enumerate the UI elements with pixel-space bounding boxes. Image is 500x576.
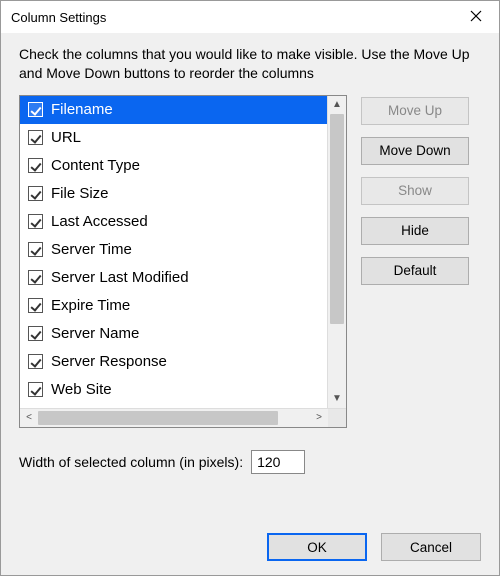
checkbox[interactable] (28, 382, 43, 397)
list-item-label: Server Name (51, 325, 139, 342)
list-item[interactable]: File Size (20, 180, 328, 208)
list-item-label: Filename (51, 101, 113, 118)
default-button[interactable]: Default (361, 257, 469, 285)
columns-listbox[interactable]: Filename URL Content Type File Size Last Acc… (20, 96, 346, 408)
middle-row: Filename URL Content Type File Size Last Acc… (19, 95, 481, 428)
checkbox[interactable] (28, 354, 43, 369)
list-item[interactable]: Server Name (20, 320, 328, 348)
width-row: Width of selected column (in pixels): (19, 450, 481, 474)
dialog-window: Column Settings Check the columns that y… (0, 0, 500, 576)
instructions-text: Check the columns that you would like to… (19, 45, 481, 83)
cancel-button[interactable]: Cancel (381, 533, 481, 561)
checkbox[interactable] (28, 158, 43, 173)
list-item[interactable]: Last Accessed (20, 208, 328, 236)
checkbox[interactable] (28, 102, 43, 117)
checkbox[interactable] (28, 298, 43, 313)
close-icon (470, 10, 482, 25)
checkbox[interactable] (28, 214, 43, 229)
scrollbar-corner (328, 409, 346, 427)
titlebar: Column Settings (1, 1, 499, 33)
list-item[interactable]: Server Last Modified (20, 264, 328, 292)
window-title: Column Settings (11, 10, 106, 25)
list-item[interactable]: URL (20, 124, 328, 152)
list-item[interactable]: Expire Time (20, 292, 328, 320)
list-item-label: Server Last Modified (51, 269, 189, 286)
checkbox[interactable] (28, 270, 43, 285)
list-item-label: Last Accessed (51, 213, 148, 230)
list-item-label: Server Time (51, 241, 132, 258)
list-item-label: Content Type (51, 157, 140, 174)
horizontal-scroll-thumb[interactable] (38, 411, 278, 425)
width-input[interactable] (251, 450, 305, 474)
scroll-right-icon[interactable]: > (310, 409, 328, 427)
list-item[interactable]: Filename (20, 96, 328, 124)
list-item-label: Web Site (51, 381, 112, 398)
close-button[interactable] (453, 1, 499, 33)
side-buttons: Move Up Move Down Show Hide Default (361, 95, 469, 428)
list-item-label: Server Response (51, 353, 167, 370)
scroll-down-icon[interactable]: ▼ (328, 390, 346, 408)
move-up-button[interactable]: Move Up (361, 97, 469, 125)
show-button[interactable]: Show (361, 177, 469, 205)
list-item-label: URL (51, 129, 81, 146)
scroll-up-icon[interactable]: ▲ (328, 96, 346, 114)
list-item[interactable]: Content Type (20, 152, 328, 180)
checkbox[interactable] (28, 242, 43, 257)
scroll-left-icon[interactable]: < (20, 409, 38, 427)
columns-list[interactable]: Filename URL Content Type File Size Last Acc… (19, 95, 347, 428)
list-item[interactable]: Server Response (20, 348, 328, 376)
list-item-label: File Size (51, 185, 109, 202)
ok-button[interactable]: OK (267, 533, 367, 561)
horizontal-scrollbar[interactable]: < > (20, 408, 346, 427)
checkbox[interactable] (28, 326, 43, 341)
hide-button[interactable]: Hide (361, 217, 469, 245)
move-down-button[interactable]: Move Down (361, 137, 469, 165)
checkbox[interactable] (28, 130, 43, 145)
list-item[interactable]: Server Time (20, 236, 328, 264)
vertical-scrollbar[interactable]: ▲ ▼ (327, 96, 346, 408)
list-item[interactable]: Web Site (20, 376, 328, 404)
checkbox[interactable] (28, 186, 43, 201)
list-item-label: Expire Time (51, 297, 130, 314)
dialog-footer: OK Cancel (19, 517, 481, 561)
width-label: Width of selected column (in pixels): (19, 454, 243, 470)
vertical-scroll-thumb[interactable] (330, 114, 344, 324)
client-area: Check the columns that you would like to… (1, 33, 499, 575)
